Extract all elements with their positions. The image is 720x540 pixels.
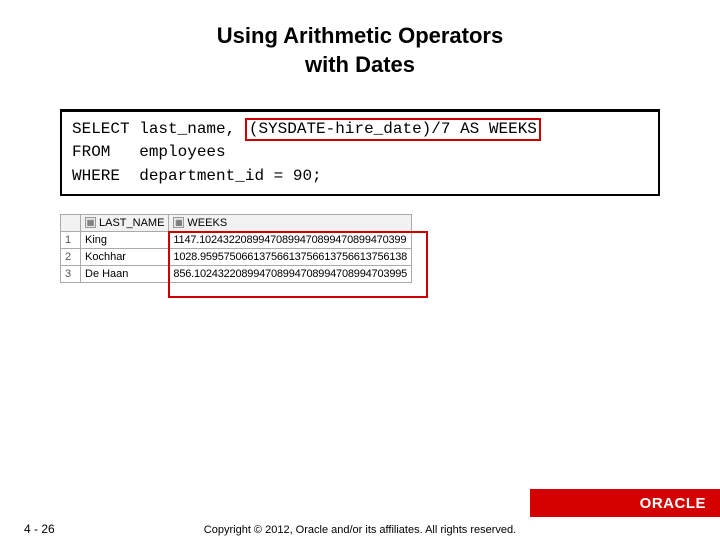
slide-title-line1: Using Arithmetic Operators [0, 22, 720, 51]
cell-weeks: 856.102432208994708994708994708994703995 [169, 265, 412, 282]
sql-col: last_name, [139, 120, 235, 138]
table-row: 2 Kochhar 1028.9595750661375661375661375… [61, 248, 412, 265]
copyright-text: Copyright © 2012, Oracle and/or its affi… [0, 524, 720, 536]
slide-title-area: Using Arithmetic Operators with Dates [0, 0, 720, 99]
brand-strip: ORACLE [530, 489, 720, 517]
row-number: 1 [61, 231, 81, 248]
result-grid: ▦LAST_NAME ▦WEEKS 1 King 1147.1024322089… [60, 214, 412, 283]
column-icon: ▦ [85, 217, 96, 228]
col-header-lastname: ▦LAST_NAME [81, 214, 169, 231]
cell-lastname: Kochhar [81, 248, 169, 265]
cell-lastname: King [81, 231, 169, 248]
col-header-weeks-label: WEEKS [187, 217, 227, 229]
kw-from: FROM [72, 143, 110, 161]
slide-title-line2: with Dates [0, 51, 720, 80]
cell-weeks: 1147.10243220899470899470899470899470399 [169, 231, 412, 248]
rownum-header [61, 214, 81, 231]
table-row: 1 King 1147.1024322089947089947089947089… [61, 231, 412, 248]
sql-condition: department_id = 90; [139, 167, 321, 185]
kw-select: SELECT [72, 120, 130, 138]
table-row: 3 De Haan 856.10243220899470899470899470… [61, 265, 412, 282]
sql-code-box: SELECT last_name, (SYSDATE-hire_date)/7 … [60, 109, 660, 196]
sql-table: employees [139, 143, 225, 161]
row-number: 3 [61, 265, 81, 282]
column-icon: ▦ [173, 217, 184, 228]
col-header-weeks: ▦WEEKS [169, 214, 412, 231]
table-header-row: ▦LAST_NAME ▦WEEKS [61, 214, 412, 231]
sql-highlight-expression: (SYSDATE-hire_date)/7 AS WEEKS [245, 118, 541, 141]
col-header-lastname-label: LAST_NAME [99, 217, 164, 229]
cell-lastname: De Haan [81, 265, 169, 282]
cell-weeks: 1028.95957506613756613756613756613756138 [169, 248, 412, 265]
row-number: 2 [61, 248, 81, 265]
kw-where: WHERE [72, 167, 120, 185]
oracle-logo: ORACLE [640, 495, 706, 512]
